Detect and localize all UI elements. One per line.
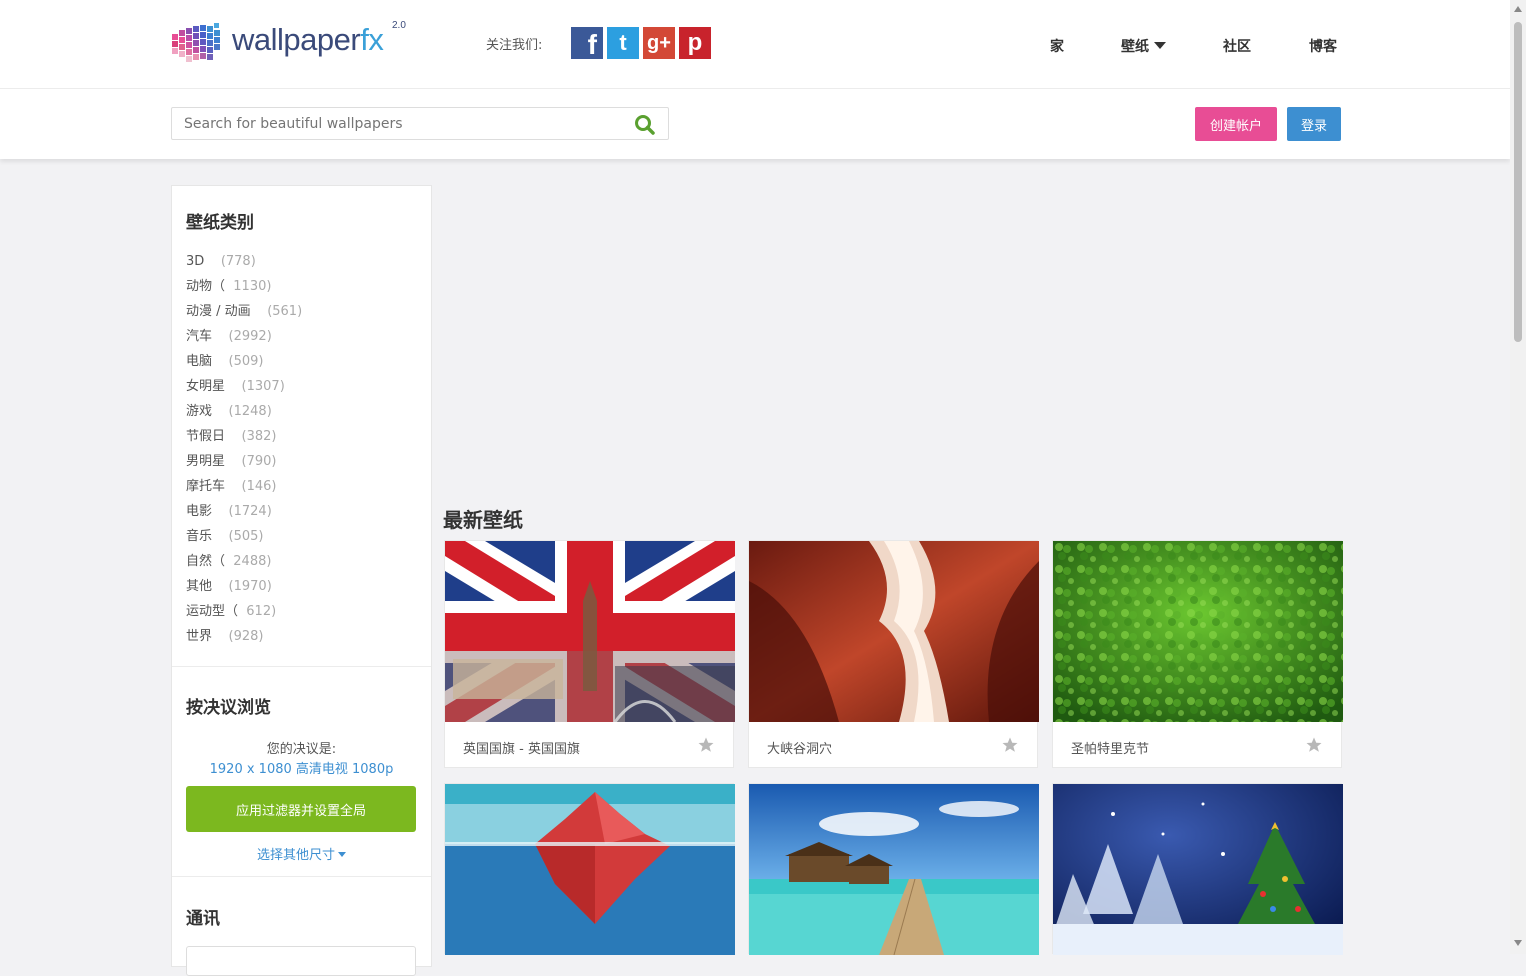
category-item[interactable]: 电脑 (509) <box>186 354 302 379</box>
pinterest-icon: p <box>687 29 703 56</box>
wallpaper-title[interactable]: 大峡谷洞穴 <box>767 738 832 757</box>
star-icon[interactable] <box>1001 736 1019 754</box>
search-icon[interactable] <box>634 114 656 136</box>
wallpaper-title[interactable]: 英国国旗 - 英国国旗 <box>463 738 580 757</box>
wallpaper-card[interactable] <box>748 783 1039 955</box>
wallpaper-thumbnail[interactable] <box>1053 784 1343 955</box>
wallpaper-card[interactable]: 大峡谷洞穴 <box>748 540 1039 768</box>
pinterest-link[interactable]: p <box>679 27 711 59</box>
wallpaper-thumbnail[interactable] <box>445 541 735 722</box>
nav-wallpapers-label: 壁纸 <box>1121 39 1149 55</box>
category-list: 3D (778) 动物（ 1130) 动漫 / 动画 (561) 汽车 (299… <box>186 254 302 654</box>
logo-version: 2.0 <box>392 20 406 31</box>
scrollbar-thumb[interactable] <box>1514 22 1522 342</box>
top-header: wallpaperfx 2.0 关注我们: f t g+ p 家 壁纸 社区 博… <box>0 0 1510 89</box>
star-icon[interactable] <box>697 736 715 754</box>
caret-down-icon <box>1154 42 1166 49</box>
nav-wallpapers[interactable]: 壁纸 <box>1121 36 1166 56</box>
site-logo[interactable]: wallpaperfx 2.0 <box>170 20 420 66</box>
twitter-icon: t <box>619 30 627 55</box>
logo-text: wallpaperfx <box>232 22 384 57</box>
category-item[interactable]: 摩托车 (146) <box>186 479 302 504</box>
category-item[interactable]: 节假日 (382) <box>186 429 302 454</box>
newsletter-title: 通讯 <box>186 909 220 929</box>
wallpaper-thumbnail[interactable] <box>749 541 1039 722</box>
scrollbar[interactable] <box>1510 0 1526 954</box>
wallpaper-thumbnail[interactable] <box>1053 541 1343 722</box>
nav-blog[interactable]: 博客 <box>1309 36 1337 56</box>
wallpaper-title[interactable]: 圣帕特里克节 <box>1071 738 1149 757</box>
other-size-link[interactable]: 选择其他尺寸 <box>172 844 431 863</box>
caret-down-icon <box>338 852 346 857</box>
googleplus-link[interactable]: g+ <box>643 27 675 59</box>
category-item[interactable]: 汽车 (2992) <box>186 329 302 354</box>
sidebar-divider <box>172 666 431 667</box>
sidebar-divider <box>172 876 431 877</box>
category-item[interactable]: 动物（ 1130) <box>186 279 302 304</box>
christmas-tree-image <box>1053 784 1343 955</box>
wallpaper-thumbnail[interactable] <box>749 784 1039 955</box>
category-item[interactable]: 游戏 (1248) <box>186 404 302 429</box>
category-item[interactable]: 动漫 / 动画 (561) <box>186 304 302 329</box>
category-item[interactable]: 其他 (1970) <box>186 579 302 604</box>
categories-title: 壁纸类别 <box>186 213 254 233</box>
uk-flag-image <box>445 541 735 722</box>
nav-community[interactable]: 社区 <box>1223 36 1251 56</box>
category-item[interactable]: 自然（ 2488) <box>186 554 302 579</box>
nav-home[interactable]: 家 <box>1050 36 1064 56</box>
clover-image <box>1053 541 1343 722</box>
category-item[interactable]: 运动型（ 612) <box>186 604 302 629</box>
googleplus-icon: g+ <box>647 32 671 54</box>
facebook-icon: f <box>587 29 597 60</box>
newsletter-email-field[interactable] <box>186 946 416 976</box>
create-account-button[interactable]: 创建帐户 <box>1195 107 1277 141</box>
scroll-up-icon[interactable] <box>1514 6 1522 12</box>
pier-image <box>749 784 1039 955</box>
twitter-link[interactable]: t <box>607 27 639 59</box>
resolution-label: 您的决议是: <box>266 742 337 757</box>
logo-mosaic-icon <box>172 23 220 62</box>
scroll-down-icon[interactable] <box>1514 940 1522 946</box>
iceberg-image <box>445 784 735 955</box>
resolution-title: 按决议浏览 <box>186 698 271 718</box>
login-button[interactable]: 登录 <box>1287 107 1341 141</box>
wallpaper-card[interactable] <box>1052 783 1343 955</box>
sidebar: 壁纸类别 3D (778) 动物（ 1130) 动漫 / 动画 (561) 汽车… <box>171 185 432 976</box>
category-item[interactable]: 男明星 (790) <box>186 454 302 479</box>
search-bar-row: 创建帐户 登录 <box>0 89 1510 159</box>
category-item[interactable]: 音乐 (505) <box>186 529 302 554</box>
follow-us-label: 关注我们: <box>486 38 543 53</box>
canyon-image <box>749 541 1039 722</box>
category-item[interactable]: 女明星 (1307) <box>186 379 302 404</box>
other-size-label: 选择其他尺寸 <box>256 848 335 863</box>
search-input[interactable] <box>171 107 669 140</box>
category-item[interactable]: 电影 (1724) <box>186 504 302 529</box>
wallpaper-card[interactable]: 圣帕特里克节 <box>1052 540 1343 768</box>
star-icon[interactable] <box>1305 736 1323 754</box>
wallpaper-card[interactable]: 英国国旗 - 英国国旗 <box>444 540 735 768</box>
category-item[interactable]: 世界 (928) <box>186 629 302 654</box>
facebook-link[interactable]: f <box>571 27 603 60</box>
apply-filter-button[interactable]: 应用过滤器并设置全局 <box>186 786 416 832</box>
category-item[interactable]: 3D (778) <box>186 254 302 279</box>
latest-wallpapers-title: 最新壁纸 <box>443 508 523 532</box>
wallpaper-thumbnail[interactable] <box>445 784 735 955</box>
wallpaper-card[interactable] <box>444 783 735 955</box>
resolution-value[interactable]: 1920 x 1080 高清电视 1080p <box>172 758 431 777</box>
